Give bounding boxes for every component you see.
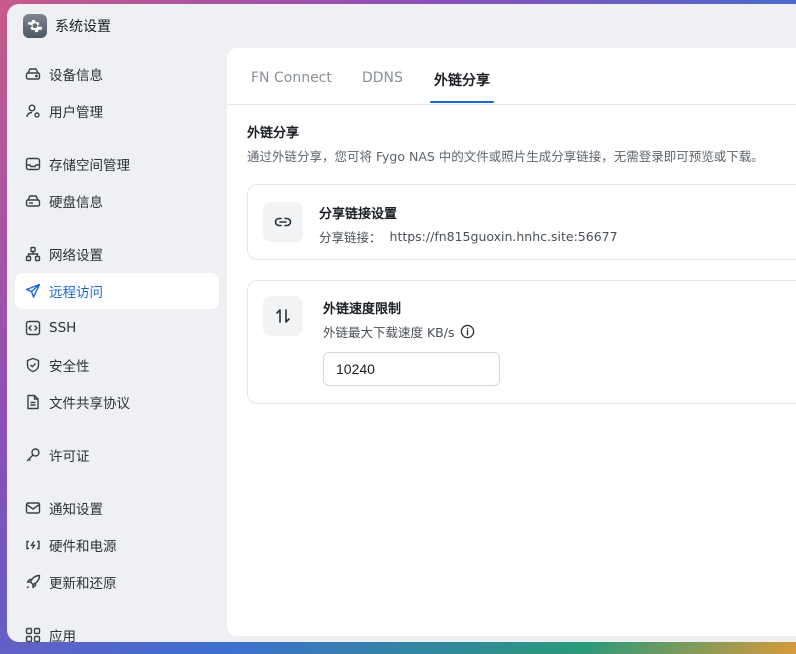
window-title: 系统设置 [55, 19, 111, 35]
arrows-updown-icon [263, 296, 303, 336]
sidebar-item-label: 许可证 [49, 449, 90, 465]
sidebar-item-disk-info[interactable]: 硬盘信息 [15, 183, 219, 219]
sidebar-item-label: 设备信息 [49, 68, 103, 84]
sidebar-item-hardware-power[interactable]: 硬件和电源 [15, 527, 219, 563]
sidebar-item-storage[interactable]: 存储空间管理 [15, 146, 219, 182]
sidebar-item-network[interactable]: 网络设置 [15, 236, 219, 272]
rocket-icon [24, 573, 42, 591]
tab-ddns[interactable]: DDNS [362, 70, 403, 86]
shield-icon [24, 356, 42, 374]
share-link-url[interactable]: https://fn815guoxin.hnhc.site:56677 [390, 229, 618, 244]
storage-icon [24, 155, 42, 173]
sidebar-item-label: 文件共享协议 [49, 396, 130, 412]
section-title: 外链分享 [247, 126, 300, 141]
disk-icon [24, 192, 42, 210]
sidebar-item-label: 通知设置 [49, 502, 103, 518]
share-link-row: 分享链接： https://fn815guoxin.hnhc.site:5667… [319, 227, 618, 246]
user-icon [24, 102, 42, 120]
sidebar-item-label: 网络设置 [49, 248, 103, 264]
main-panel: FN Connect DDNS 外链分享 外链分享 通过外链分享，您可将 Fyg… [227, 48, 796, 636]
sidebar-item-license[interactable]: 许可证 [15, 437, 219, 473]
sidebar-item-label: 更新和还原 [49, 576, 117, 592]
sidebar-item-file-sharing[interactable]: 文件共享协议 [15, 384, 219, 420]
title-bar: 系统设置 [23, 14, 111, 38]
sidebar-item-apps[interactable]: 应用 [15, 617, 219, 642]
sidebar-item-label: SSH [49, 320, 77, 336]
sidebar-item-device-info[interactable]: 设备信息 [15, 56, 219, 92]
sidebar-item-label: 远程访问 [49, 285, 103, 301]
code-icon [24, 319, 42, 337]
speed-subtitle: 外链最大下载速度 KB/s [323, 325, 455, 340]
tab-fn-connect[interactable]: FN Connect [251, 70, 332, 86]
grid-icon [24, 626, 42, 642]
speed-subtitle-row: 外链最大下载速度 KB/s [323, 322, 475, 341]
sidebar-item-remote-access[interactable]: 远程访问 [15, 273, 219, 309]
speed-limit-input[interactable] [323, 352, 500, 386]
sidebar-item-user-management[interactable]: 用户管理 [15, 93, 219, 129]
sidebar-item-label: 安全性 [49, 359, 90, 375]
key-icon [24, 446, 42, 464]
settings-window: 系统设置 设备信息 用户管理 存储空间管理 硬盘信息 网络设置 远程访问 SSH… [7, 4, 796, 642]
sidebar-item-label: 存储空间管理 [49, 158, 130, 174]
share-link-label: 分享链接： [319, 230, 382, 245]
sidebar-item-label: 硬件和电源 [49, 539, 117, 555]
share-link-card: 分享链接设置 分享链接： https://fn815guoxin.hnhc.si… [247, 184, 796, 260]
speed-card-title: 外链速度限制 [323, 302, 402, 317]
file-icon [24, 393, 42, 411]
info-icon[interactable] [460, 324, 475, 339]
gear-icon [23, 14, 47, 38]
active-tab-indicator [430, 101, 494, 103]
network-icon [24, 245, 42, 263]
hard-drive-icon [24, 65, 42, 83]
share-card-title: 分享链接设置 [319, 207, 398, 222]
power-icon [24, 536, 42, 554]
sidebar-item-label: 硬盘信息 [49, 195, 103, 211]
sidebar-item-label: 应用 [49, 629, 76, 642]
sidebar-item-notifications[interactable]: 通知设置 [15, 490, 219, 526]
tab-external-share[interactable]: 外链分享 [434, 70, 490, 90]
sidebar-item-ssh[interactable]: SSH [15, 310, 219, 346]
tab-bar: FN Connect DDNS 外链分享 [227, 48, 796, 105]
sidebar-item-security[interactable]: 安全性 [15, 347, 219, 383]
speed-limit-card: 外链速度限制 外链最大下载速度 KB/s [247, 280, 796, 404]
sidebar-item-label: 用户管理 [49, 105, 103, 121]
link-icon [263, 202, 303, 242]
sidebar-item-update-restore[interactable]: 更新和还原 [15, 564, 219, 600]
section-description: 通过外链分享，您可将 Fygo NAS 中的文件或照片生成分享链接，无需登录即可… [247, 149, 764, 164]
send-icon [24, 282, 42, 300]
mail-icon [24, 499, 42, 517]
